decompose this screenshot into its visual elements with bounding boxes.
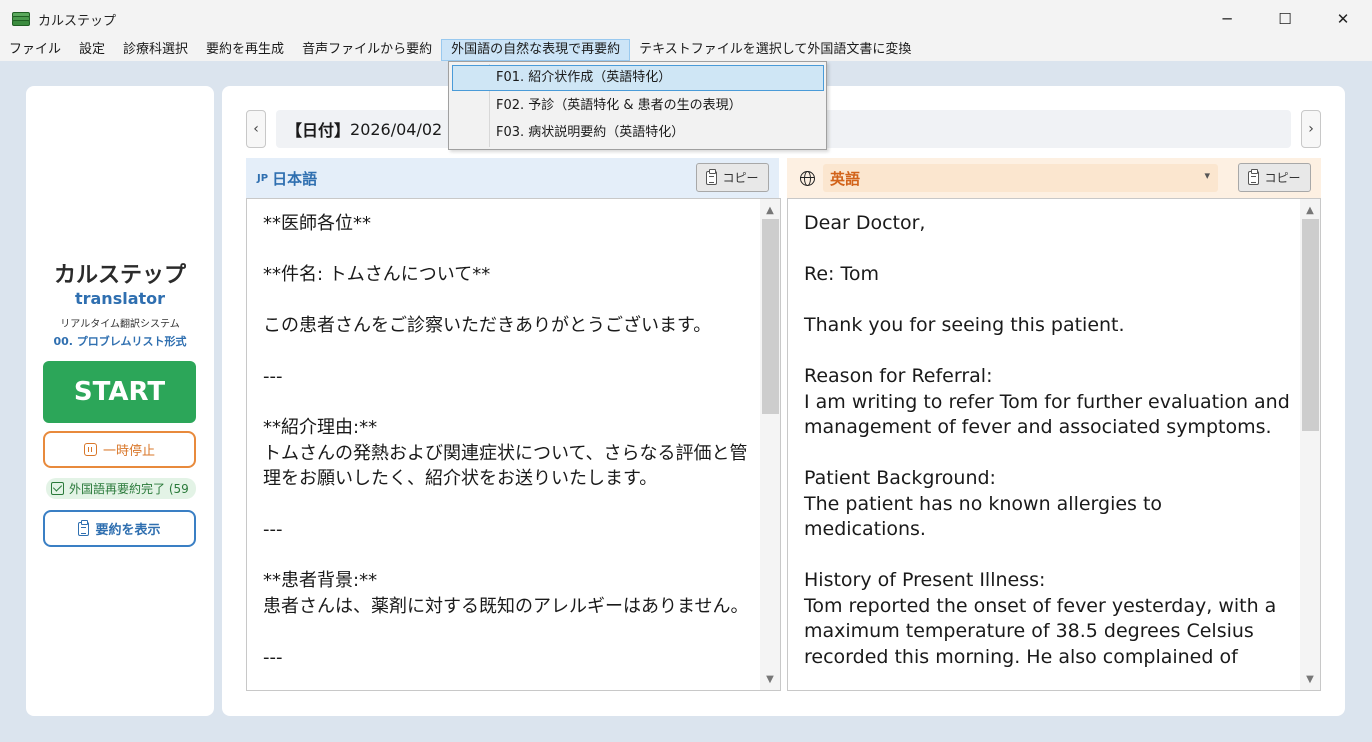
japanese-text: **医師各位** **件名: トムさんについて** この患者さんをご診察いただき… [263, 213, 749, 668]
menu-department[interactable]: 診療科選択 [114, 39, 197, 61]
japanese-scrollbar[interactable]: ▲ ▼ [760, 199, 780, 690]
menu-regenerate-summary[interactable]: 要約を再生成 [197, 39, 293, 61]
copy-english-button[interactable]: コピー [1238, 163, 1311, 192]
show-summary-label: 要約を表示 [95, 523, 161, 538]
english-text: Dear Doctor, Re: Tom Thank you for seein… [804, 212, 1290, 668]
scroll-down-icon[interactable]: ▼ [1300, 670, 1320, 688]
scroll-down-icon[interactable]: ▼ [760, 670, 780, 688]
checkbox-icon [51, 482, 64, 495]
minimize-button[interactable]: ─ [1198, 0, 1256, 38]
app-icon [12, 12, 30, 26]
menu-bar: ファイル 設定 診療科選択 要約を再生成 音声ファイルから要約 外国語の自然な表… [0, 38, 1372, 61]
mode-label: 00. プロブレムリスト形式 [53, 335, 187, 348]
status-badge: 外国語再要約完了 (59 [46, 478, 196, 499]
app-subtitle: translator [74, 289, 166, 308]
pause-button[interactable]: 一時停止 [43, 431, 196, 468]
status-text: 外国語再要約完了 (59 [69, 482, 189, 496]
globe-icon [800, 170, 815, 186]
maximize-button[interactable]: ☐ [1256, 0, 1314, 38]
scroll-up-icon[interactable]: ▲ [760, 201, 780, 219]
japanese-header: JP 日本語 コピー [246, 158, 779, 198]
copy-japanese-button[interactable]: コピー [696, 163, 769, 192]
japanese-text-area[interactable]: **医師各位** **件名: トムさんについて** この患者さんをご診察いただき… [246, 198, 781, 691]
english-text-area[interactable]: Dear Doctor, Re: Tom Thank you for seein… [787, 198, 1321, 691]
chevron-down-icon: ▾ [1204, 169, 1210, 182]
pause-icon [83, 443, 97, 456]
menu-settings[interactable]: 設定 [70, 39, 114, 61]
menu-convert-text-file[interactable]: テキストファイルを選択して外国語文書に変換 [630, 39, 920, 61]
scroll-thumb[interactable] [1302, 219, 1319, 431]
date-label: 【日付】 [286, 121, 351, 140]
clipboard-icon [706, 168, 718, 185]
main-panel: ‹ 【日付】 2026/04/02 › JP 日本語 コピー 英語 ▾ コピー … [222, 86, 1345, 716]
japanese-label: 日本語 [272, 169, 318, 188]
menu-foreign-resummary[interactable]: 外国語の自然な表現で再要約 [441, 38, 631, 61]
next-date-button[interactable]: › [1301, 110, 1321, 148]
menu-summary-from-audio[interactable]: 音声ファイルから要約 [293, 39, 441, 61]
dropdown-item-f01[interactable]: F01. 紹介状作成（英語特化） [452, 65, 824, 91]
window-controls: ─ ☐ ✕ [1198, 0, 1372, 38]
english-header: 英語 ▾ コピー [787, 158, 1321, 198]
dropdown-item-f03[interactable]: F03. 病状説明要約（英語特化） [452, 120, 824, 146]
clipboard-icon [78, 519, 90, 536]
app-name: カルステップ [53, 263, 186, 288]
menu-file[interactable]: ファイル [0, 39, 70, 61]
language-select-value: 英語 [830, 169, 861, 188]
foreign-resummary-dropdown: F01. 紹介状作成（英語特化） F02. 予診（英語特化 & 患者の生の表現）… [448, 61, 827, 150]
app-description: リアルタイム翻訳システム [60, 319, 180, 330]
copy-label: コピー [1264, 171, 1301, 185]
show-summary-button[interactable]: 要約を表示 [43, 510, 196, 547]
date-value: 2026/04/02 [350, 119, 443, 139]
window-title: カルステップ [38, 13, 117, 29]
pause-label: 一時停止 [102, 444, 155, 459]
english-scrollbar[interactable]: ▲ ▼ [1300, 199, 1320, 690]
copy-label: コピー [722, 171, 759, 185]
scroll-up-icon[interactable]: ▲ [1300, 201, 1320, 219]
sidebar-panel: カルステップ translator リアルタイム翻訳システム 00. プロブレム… [26, 86, 214, 716]
language-select[interactable]: 英語 ▾ [823, 164, 1218, 192]
prev-date-button[interactable]: ‹ [246, 110, 266, 148]
close-button[interactable]: ✕ [1314, 0, 1372, 38]
dropdown-item-f02[interactable]: F02. 予診（英語特化 & 患者の生の表現） [452, 93, 824, 119]
clipboard-icon [1248, 168, 1260, 185]
title-bar: カルステップ ─ ☐ ✕ [0, 0, 1372, 38]
jp-flag-tag: JP [257, 172, 269, 184]
scroll-thumb[interactable] [762, 219, 779, 414]
start-button[interactable]: START [43, 361, 196, 423]
